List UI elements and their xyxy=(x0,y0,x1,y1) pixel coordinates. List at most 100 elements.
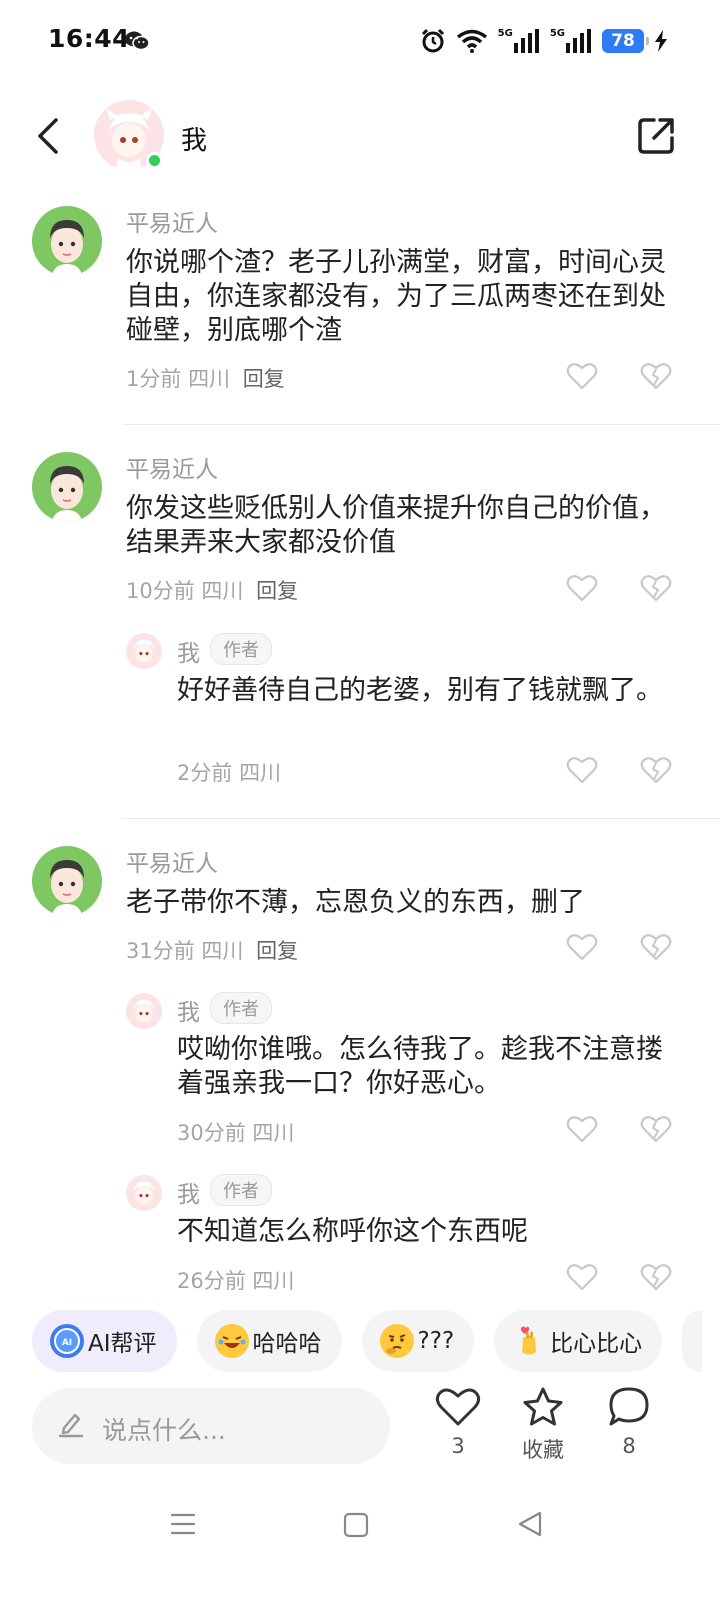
comment-username[interactable]: 平易近人 xyxy=(126,204,218,238)
dislike-broken-heart-icon[interactable] xyxy=(640,932,672,962)
comment-username[interactable]: 平易近人 xyxy=(126,450,218,484)
avatar[interactable] xyxy=(126,633,162,669)
comments-action[interactable]: 8 xyxy=(589,1386,669,1458)
anime-avatar-icon xyxy=(133,999,155,1023)
home-icon[interactable] xyxy=(343,1512,369,1538)
network-type-2: 5G xyxy=(549,28,565,39)
cartoon-man-avatar-icon xyxy=(50,220,84,276)
cartoon-man-avatar-icon xyxy=(50,466,84,522)
reply-location: 四川 xyxy=(252,1121,295,1145)
comment-time: 31分前 xyxy=(126,939,195,963)
dislike-broken-heart-icon[interactable] xyxy=(640,755,672,785)
like-heart-icon[interactable] xyxy=(566,932,598,962)
favorite-label: 收藏 xyxy=(522,1438,564,1462)
back-triangle-icon[interactable] xyxy=(516,1510,544,1538)
reply-text[interactable]: 哎呦你谁哦。怎么待我了。趁我不注意搂着强亲我一口？你好恶心。 xyxy=(177,1033,667,1101)
chip-label: AI帮评 xyxy=(88,1331,157,1357)
signal-bars-icon xyxy=(513,29,539,53)
comment-time: 10分前 xyxy=(126,579,195,603)
input-placeholder: 说点什么... xyxy=(102,1416,226,1445)
reply-username[interactable]: 我 xyxy=(177,1175,200,1209)
online-status-dot xyxy=(146,152,163,169)
reply-button[interactable]: 回复 xyxy=(243,367,285,391)
laughing-emoji-icon xyxy=(214,1324,249,1358)
network-type-1: 5G xyxy=(497,28,513,39)
signal-bars-icon xyxy=(566,29,591,53)
like-heart-icon[interactable] xyxy=(566,1114,598,1144)
wechat-icon xyxy=(125,31,150,51)
reply-location: 四川 xyxy=(252,1269,295,1293)
charging-icon xyxy=(655,30,667,52)
status-bar: 16:44 5G 5G 78 xyxy=(0,0,720,80)
comment-input[interactable]: 说点什么... xyxy=(32,1388,390,1464)
avatar[interactable] xyxy=(32,846,102,916)
comment-meta: 31分前 四川 回复 xyxy=(126,935,298,965)
status-time: 16:44 xyxy=(48,24,131,53)
dislike-broken-heart-icon[interactable] xyxy=(640,361,672,391)
like-heart-icon[interactable] xyxy=(566,1262,598,1292)
quick-reply-bar: AI AI帮评 哈哈哈 ??? 比心比心 xyxy=(32,1310,703,1372)
like-heart-icon[interactable] xyxy=(566,361,598,391)
reply-time: 30分前 xyxy=(177,1121,246,1145)
comment-location: 四川 xyxy=(201,579,244,603)
star-icon xyxy=(523,1387,563,1426)
reply-time: 2分前 xyxy=(177,761,233,785)
avatar[interactable] xyxy=(32,206,102,276)
header-name[interactable]: 我 xyxy=(181,120,207,157)
battery-indicator: 78 xyxy=(602,29,649,53)
comment-username[interactable]: 平易近人 xyxy=(126,844,218,878)
reply-meta: 30分前 四川 xyxy=(177,1117,294,1147)
finger-heart-emoji-icon xyxy=(512,1324,546,1358)
comment-text[interactable]: 你说哪个渣？老子儿孙满堂，财富，时间心灵自由，你连家都没有，为了三瓜两枣还在到处… xyxy=(126,246,666,348)
signal-2: 5G xyxy=(550,29,592,53)
reply-button[interactable]: 回复 xyxy=(256,579,298,603)
dislike-broken-heart-icon[interactable] xyxy=(640,1114,672,1144)
like-heart-icon[interactable] xyxy=(566,573,598,603)
more-chip[interactable] xyxy=(682,1310,703,1372)
avatar[interactable] xyxy=(126,1175,162,1211)
pen-icon xyxy=(58,1413,84,1438)
reply-time: 26分前 xyxy=(177,1269,246,1293)
comment-location: 四川 xyxy=(201,939,244,963)
comment-text[interactable]: 你发这些贬低别人价值来提升你自己的价值，结果弄来大家都没价值 xyxy=(126,492,666,560)
system-nav-bar xyxy=(0,1490,720,1560)
heart-icon xyxy=(435,1388,481,1426)
share-button[interactable] xyxy=(632,112,680,160)
reply-username[interactable]: 我 xyxy=(177,634,200,668)
haha-chip[interactable]: 哈哈哈 xyxy=(196,1310,342,1372)
reply-button[interactable]: 回复 xyxy=(256,939,298,963)
avatar[interactable] xyxy=(126,993,162,1029)
favorite-action[interactable]: 收藏 xyxy=(503,1386,583,1464)
menu-icon[interactable] xyxy=(170,1512,196,1536)
divider xyxy=(122,818,720,819)
svg-text:AI: AI xyxy=(62,1338,72,1348)
comment-location: 四川 xyxy=(188,367,231,391)
comment-time: 1分前 xyxy=(126,367,182,391)
chip-label: 比心比心 xyxy=(550,1331,643,1357)
comment-text[interactable]: 老子带你不薄，忘恩负义的东西，删了 xyxy=(126,886,666,920)
dislike-broken-heart-icon[interactable] xyxy=(640,573,672,603)
signal-1: 5G xyxy=(498,29,540,53)
dislike-broken-heart-icon[interactable] xyxy=(640,1262,672,1292)
comment-count: 8 xyxy=(622,1434,636,1458)
thinking-emoji-icon xyxy=(379,1324,414,1358)
cartoon-man-avatar-icon xyxy=(50,860,84,916)
heart-hands-chip[interactable]: 比心比心 xyxy=(494,1310,663,1372)
like-action[interactable]: 3 xyxy=(418,1386,498,1458)
question-chip[interactable]: ??? xyxy=(361,1310,475,1372)
reply-meta: 2分前 四川 xyxy=(177,757,281,787)
ai-assistant-icon: AI xyxy=(50,1324,84,1358)
back-button[interactable] xyxy=(30,114,70,158)
reply-meta: 26分前 四川 xyxy=(177,1265,294,1295)
author-tag: 作者 xyxy=(210,992,272,1024)
avatar[interactable] xyxy=(32,452,102,522)
anime-avatar-icon xyxy=(133,639,155,663)
ai-comment-chip[interactable]: AI AI帮评 xyxy=(32,1310,177,1372)
comment-bubble-icon xyxy=(609,1387,649,1426)
reply-text[interactable]: 好好善待自己的老婆，别有了钱就飘了。 xyxy=(177,674,667,708)
chip-label: 哈哈哈 xyxy=(252,1331,322,1357)
reply-text[interactable]: 不知道怎么称呼你这个东西呢 xyxy=(177,1215,667,1249)
wifi-icon xyxy=(456,29,487,53)
like-heart-icon[interactable] xyxy=(566,755,598,785)
reply-username[interactable]: 我 xyxy=(177,993,200,1027)
